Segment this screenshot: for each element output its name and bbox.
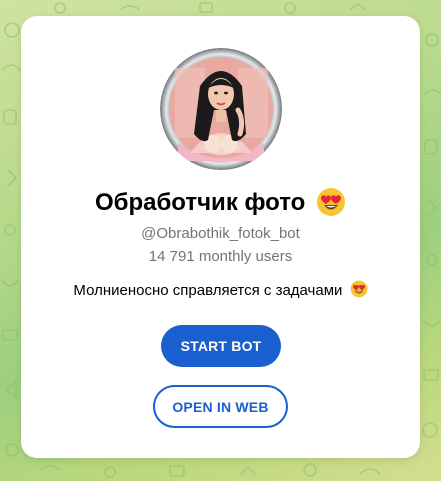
bot-title: Обработчик фото xyxy=(21,185,420,221)
monthly-users-count: 14 791 monthly users xyxy=(148,248,293,265)
bot-info-card: Обработчик фото @Obrabothik_fotok_bot 14… xyxy=(21,16,420,458)
bot-avatar xyxy=(160,48,282,170)
bot-username: @Obrabothik_fotok_bot xyxy=(141,225,300,242)
open-in-web-button[interactable]: OPEN IN WEB xyxy=(153,385,288,428)
bot-description: Молниеносно справляется с задачами xyxy=(21,280,420,302)
bot-description-text: Молниеносно справляется с задачами xyxy=(73,282,343,299)
heart-eyes-emoji-icon xyxy=(316,187,346,217)
heart-eyes-emoji-icon xyxy=(350,280,368,298)
start-bot-button[interactable]: START BOT xyxy=(161,325,281,367)
avatar-portrait-image xyxy=(160,48,282,170)
bot-name: Обработчик фото xyxy=(94,189,306,216)
